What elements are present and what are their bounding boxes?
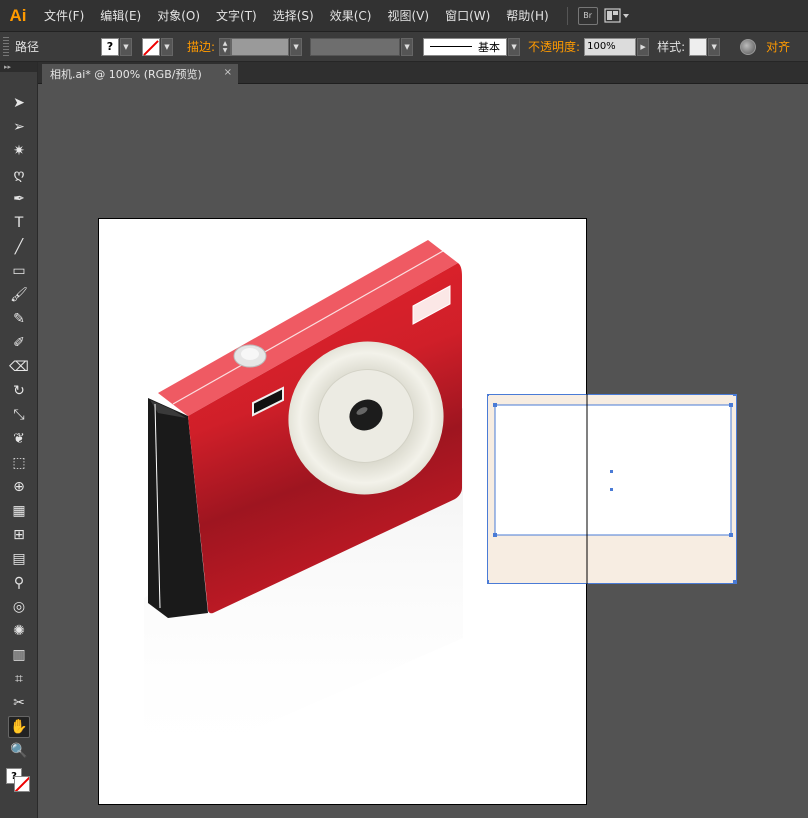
ai-logo: Ai — [9, 5, 27, 25]
pen-tool-icon[interactable]: ✒ — [8, 188, 30, 210]
stroke-label[interactable]: 描边: — [187, 38, 215, 55]
mesh-tool-icon[interactable]: ⊞ — [8, 524, 30, 546]
bridge-button[interactable]: Br — [577, 6, 598, 25]
rotate-tool-icon[interactable]: ↻ — [8, 380, 30, 402]
opacity-label[interactable]: 不透明度: — [528, 38, 580, 55]
warp-tool-icon[interactable]: ❦ — [8, 428, 30, 450]
brush-definition-label: 基本 — [478, 40, 501, 54]
scale-tool-icon[interactable]: ⤡ — [8, 404, 30, 426]
menu-type[interactable]: 文字(T) — [208, 0, 265, 32]
control-bar: 路径 ? ▼ ▼ 描边: ▲ ▼ ▼ ▼ 基本 ▼ 不透明度: 100% ▶ 样式… — [0, 32, 808, 62]
stroke-weight-dropdown[interactable]: ▼ — [290, 37, 303, 56]
opacity-field[interactable]: 100% — [584, 37, 637, 56]
menu-select[interactable]: 选择(S) — [265, 0, 322, 32]
blend-tool-icon[interactable]: ◎ — [8, 596, 30, 618]
stroke-swatch[interactable] — [142, 37, 160, 56]
menu-window[interactable]: 窗口(W) — [437, 0, 498, 32]
graphic-style-swatch[interactable] — [689, 37, 708, 56]
zoom-tool-icon[interactable]: 🔍 — [8, 740, 30, 762]
arrange-documents-icon — [604, 7, 629, 23]
stroke-weight-field[interactable] — [231, 37, 290, 56]
rectangle-tool-icon[interactable]: ▭ — [8, 260, 30, 282]
column-graph-tool-icon[interactable]: ▥ — [8, 644, 30, 666]
anchor-point[interactable] — [729, 403, 733, 407]
stroke-line-preview — [430, 46, 473, 47]
chevron-down-icon: ▼ — [123, 42, 129, 51]
fill-stroke-indicator[interactable]: ? — [6, 768, 32, 794]
stroke-weight-stepper[interactable]: ▲ ▼ — [219, 37, 232, 56]
center-point — [610, 488, 613, 491]
chevron-down-icon: ▼ — [293, 42, 299, 51]
free-transform-tool-icon[interactable]: ⬚ — [8, 452, 30, 474]
menu-separator — [566, 6, 568, 25]
fill-dropdown[interactable]: ▼ — [120, 37, 132, 56]
line-segment-tool-icon[interactable]: ╱ — [8, 236, 30, 258]
stepper-up-icon: ▲ — [222, 39, 228, 47]
variable-width-dropdown[interactable]: ▼ — [401, 37, 414, 56]
center-point — [610, 470, 613, 473]
selection-tool-icon[interactable]: ➤ — [8, 92, 30, 114]
stroke-dropdown[interactable]: ▼ — [161, 37, 173, 56]
document-tab[interactable]: 相机.ai* @ 100% (RGB/预览) × — [42, 64, 238, 84]
menu-object[interactable]: 对象(O) — [149, 0, 208, 32]
anchor-point[interactable] — [733, 580, 737, 584]
anchor-point[interactable] — [493, 403, 497, 407]
magic-wand-tool-icon[interactable]: ✷ — [8, 140, 30, 162]
chevron-down-icon: ▼ — [404, 42, 410, 51]
chevron-down-icon: ▼ — [511, 42, 517, 51]
close-icon[interactable]: × — [224, 67, 232, 78]
chevron-down-icon: ▼ — [164, 42, 170, 51]
chevron-down-icon: ▼ — [711, 42, 717, 51]
brush-definition-select[interactable]: 基本 — [423, 37, 508, 56]
type-tool-icon[interactable]: T — [8, 212, 30, 234]
menu-help[interactable]: 帮助(H) — [498, 0, 556, 32]
graphic-style-dropdown[interactable]: ▼ — [708, 37, 721, 56]
illustrator-window: Ai 文件(F) 编辑(E) 对象(O) 文字(T) 选择(S) 效果(C) 视… — [0, 0, 808, 818]
brush-definition-dropdown[interactable]: ▼ — [508, 37, 521, 56]
hand-tool-icon[interactable]: ✋ — [8, 716, 30, 738]
canvas[interactable] — [38, 84, 808, 818]
symbol-sprayer-tool-icon[interactable]: ✺ — [8, 620, 30, 642]
direct-selection-tool-icon[interactable]: ➢ — [8, 116, 30, 138]
anchor-point[interactable] — [487, 394, 489, 396]
anchor-point[interactable] — [729, 533, 733, 537]
shape-builder-tool-icon[interactable]: ⊕ — [8, 476, 30, 498]
shutter-button-top — [241, 348, 259, 360]
anchor-point[interactable] — [493, 533, 497, 537]
pencil-tool-icon[interactable]: ✎ — [8, 308, 30, 330]
chevron-down-icon: ▶ — [640, 42, 646, 51]
paintbrush-tool-icon[interactable]: 🖌 — [8, 284, 30, 306]
panel-grip[interactable] — [3, 36, 9, 57]
lasso-tool-icon[interactable]: ღ — [8, 164, 30, 186]
document-tab-title: 相机.ai* @ 100% (RGB/预览) — [50, 68, 202, 81]
menu-bar: Ai 文件(F) 编辑(E) 对象(O) 文字(T) 选择(S) 效果(C) 视… — [0, 0, 808, 32]
menu-view[interactable]: 视图(V) — [379, 0, 437, 32]
menu-effect[interactable]: 效果(C) — [322, 0, 380, 32]
align-label[interactable]: 对齐 — [766, 38, 790, 55]
document-tab-strip: 相机.ai* @ 100% (RGB/预览) × — [38, 62, 808, 84]
blob-brush-tool-icon[interactable]: ✐ — [8, 332, 30, 354]
anchor-point[interactable] — [487, 580, 489, 584]
eyedropper-tool-icon[interactable]: ⚲ — [8, 572, 30, 594]
artboard-tool-icon[interactable]: ⌗ — [8, 668, 30, 690]
stroke-swatch-box — [14, 776, 30, 792]
fill-swatch[interactable]: ? — [101, 37, 119, 56]
menu-file[interactable]: 文件(F) — [36, 0, 92, 32]
gradient-tool-icon[interactable]: ▤ — [8, 548, 30, 570]
slice-tool-icon[interactable]: ✂ — [8, 692, 30, 714]
anchor-point[interactable] — [733, 394, 737, 396]
toolbox: ▸▸ ➤➢✷ღ✒T╱▭🖌✎✐⌫↻⤡❦⬚⊕▦⊞▤⚲◎✺▥⌗✂✋🔍? — [0, 62, 38, 818]
style-label: 样式: — [657, 40, 686, 54]
arrange-documents-button[interactable] — [604, 7, 630, 24]
object-type-label: 路径 — [15, 40, 40, 54]
stepper-down-icon: ▼ — [222, 46, 228, 54]
toolbox-collapse-icon[interactable]: ▸▸ — [0, 62, 37, 72]
variable-width-profile[interactable] — [310, 37, 401, 56]
perspective-grid-tool-icon[interactable]: ▦ — [8, 500, 30, 522]
opacity-dropdown[interactable]: ▶ — [637, 37, 650, 56]
recolor-artwork-icon[interactable] — [740, 38, 757, 55]
selected-object[interactable] — [487, 394, 737, 584]
eraser-tool-icon[interactable]: ⌫ — [8, 356, 30, 378]
menu-edit[interactable]: 编辑(E) — [92, 0, 149, 32]
